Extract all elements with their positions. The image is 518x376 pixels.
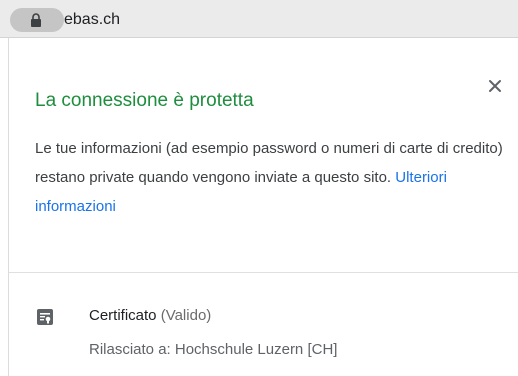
connection-description: Le tue informazioni (ad esempio password… (35, 134, 509, 221)
close-icon[interactable] (485, 76, 505, 96)
domain-text[interactable]: ebas.ch (64, 8, 120, 32)
connection-status-title: La connessione è protetta (35, 90, 254, 111)
site-info-popup: La connessione è protetta Le tue informa… (8, 38, 518, 376)
lock-icon (31, 13, 41, 27)
certificate-item[interactable]: Certificato (Valido) (89, 307, 211, 324)
certificate-label: Certificato (89, 307, 157, 324)
certificate-icon (37, 309, 53, 325)
certificate-status: (Valido) (160, 307, 212, 324)
divider (9, 272, 518, 273)
address-bar[interactable]: ebas.ch (0, 0, 518, 38)
certificate-issued-to: Rilasciato a: Hochschule Luzern [CH] (89, 341, 338, 358)
